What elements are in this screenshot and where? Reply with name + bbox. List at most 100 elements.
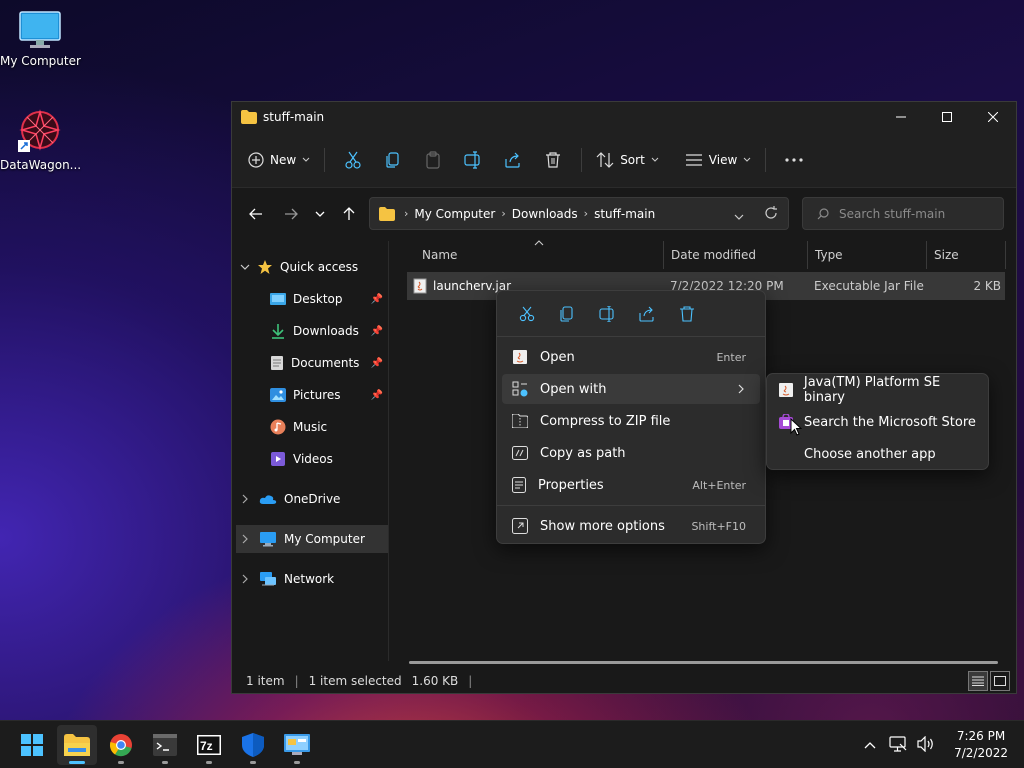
7zip-icon: 7z (197, 735, 221, 755)
desktop-icon-label: My Computer (0, 54, 81, 68)
sort-icon (596, 151, 614, 168)
sidebar-item-pictures[interactable]: Pictures 📌 (270, 381, 387, 409)
new-button[interactable]: New (242, 144, 316, 176)
show-hidden-icons-button[interactable] (856, 738, 884, 752)
delete-button[interactable] (533, 144, 573, 176)
breadcrumb-stuff-main[interactable]: stuff-main (594, 207, 655, 221)
monitor-icon (260, 532, 276, 547)
context-open[interactable]: Open Enter (502, 342, 760, 372)
jar-file-icon (413, 278, 427, 294)
context-copy-as-path[interactable]: Copy as path (502, 438, 760, 468)
address-bar[interactable]: › My Computer › Downloads › stuff-main (369, 197, 789, 230)
address-history-button[interactable] (734, 209, 744, 223)
paste-button[interactable] (413, 144, 453, 176)
details-view-button[interactable] (968, 671, 988, 691)
close-icon (988, 112, 998, 122)
view-button[interactable]: View (679, 144, 757, 176)
pin-icon: 📌 (370, 357, 383, 369)
context-share-button[interactable] (627, 298, 667, 330)
breadcrumb-downloads[interactable]: Downloads (512, 207, 578, 221)
copy-button[interactable] (373, 144, 413, 176)
sidebar-item-desktop[interactable]: Desktop 📌 (270, 285, 387, 313)
trash-icon (680, 305, 694, 322)
sidebar-item-onedrive[interactable]: OneDrive (242, 485, 340, 513)
search-input[interactable]: Search stuff-main (802, 197, 1004, 230)
more-options-button[interactable] (774, 144, 814, 176)
sidebar-item-downloads[interactable]: Downloads 📌 (270, 317, 387, 345)
sidebar-label: Documents (291, 356, 360, 370)
sidebar-item-my-computer[interactable]: My Computer (236, 525, 388, 553)
share-button[interactable] (493, 144, 533, 176)
chevron-up-icon (864, 742, 876, 749)
sidebar-item-music[interactable]: Music (270, 413, 327, 441)
context-properties[interactable]: Properties Alt+Enter (502, 470, 760, 500)
submenu-microsoft-store[interactable]: Search the Microsoft Store (772, 407, 984, 437)
column-header-type[interactable]: Type (807, 241, 927, 269)
context-open-with[interactable]: Open with (502, 374, 760, 404)
taskbar-defender[interactable] (233, 725, 273, 765)
refresh-button[interactable] (764, 206, 778, 223)
context-show-more-options[interactable]: Show more options Shift+F10 (502, 511, 760, 541)
context-item-shortcut: Shift+F10 (691, 519, 746, 533)
title-bar[interactable]: stuff-main (232, 102, 1016, 132)
context-item-shortcut: Enter (716, 350, 746, 364)
taskbar-terminal[interactable] (145, 725, 185, 765)
submenu-choose-another-app[interactable]: Choose another app (772, 439, 984, 469)
sidebar-item-network[interactable]: Network (242, 565, 334, 593)
toolbar-divider (324, 147, 326, 172)
context-rename-button[interactable] (587, 298, 627, 330)
taskbar-7zip[interactable]: 7z (189, 725, 229, 765)
rename-button[interactable] (453, 144, 493, 176)
close-button[interactable] (970, 102, 1016, 132)
cut-button[interactable] (333, 144, 373, 176)
clock[interactable]: 7:26 PM 7/2/2022 (954, 728, 1008, 762)
context-delete-button[interactable] (667, 298, 707, 330)
file-explorer-icon (64, 734, 90, 756)
arrow-left-icon (249, 208, 262, 220)
refresh-icon (765, 206, 777, 219)
column-header-size[interactable]: Size (926, 241, 1006, 269)
control-panel-icon (284, 734, 310, 755)
forward-button[interactable] (275, 198, 307, 230)
context-item-label: Open (540, 349, 575, 365)
jar-file-icon (513, 350, 527, 364)
speaker-icon (917, 735, 933, 752)
context-divider (497, 505, 765, 506)
submenu-item-label: Search the Microsoft Store (804, 414, 976, 430)
chrome-icon (109, 734, 132, 757)
breadcrumb-my-computer[interactable]: My Computer (414, 207, 495, 221)
sidebar-item-documents[interactable]: Documents 📌 (270, 349, 387, 377)
start-button[interactable] (12, 725, 52, 765)
taskbar-file-explorer[interactable] (57, 725, 97, 765)
sort-ascending-icon (534, 240, 544, 246)
tiles-view-button[interactable] (990, 671, 1010, 691)
sidebar-item-quick-access[interactable]: Quick access (240, 253, 358, 281)
column-header-name[interactable]: Name (414, 240, 664, 269)
desktop-icon-my-computer[interactable]: My Computer (0, 10, 81, 68)
sidebar-item-videos[interactable]: Videos (270, 445, 333, 473)
context-cut-button[interactable] (507, 298, 547, 330)
context-copy-button[interactable] (547, 298, 587, 330)
taskbar-control-panel[interactable] (277, 725, 317, 765)
running-indicator (206, 761, 212, 764)
maximize-button[interactable] (924, 102, 970, 132)
context-compress-zip[interactable]: Compress to ZIP file (502, 406, 760, 436)
volume-button[interactable] (912, 735, 940, 755)
network-status-button[interactable] (884, 735, 912, 755)
svg-text:7z: 7z (200, 739, 213, 753)
horizontal-scrollbar[interactable] (409, 661, 998, 664)
column-label: Type (815, 248, 843, 262)
sort-button[interactable]: Sort (590, 144, 665, 176)
rename-icon (464, 150, 480, 169)
back-button[interactable] (240, 198, 272, 230)
sidebar-label: OneDrive (284, 492, 341, 506)
submenu-item-label: Choose another app (804, 446, 936, 462)
minimize-button[interactable] (878, 102, 924, 132)
up-button[interactable] (333, 198, 365, 230)
desktop-icon-datawagon[interactable]: DataWagon... (0, 106, 81, 172)
column-header-date[interactable]: Date modified (663, 241, 808, 269)
taskbar-chrome[interactable] (101, 725, 141, 765)
recent-locations-button[interactable] (307, 198, 333, 230)
submenu-java[interactable]: Java(TM) Platform SE binary (772, 375, 984, 405)
system-tray: 7:26 PM 7/2/2022 (856, 721, 1024, 768)
